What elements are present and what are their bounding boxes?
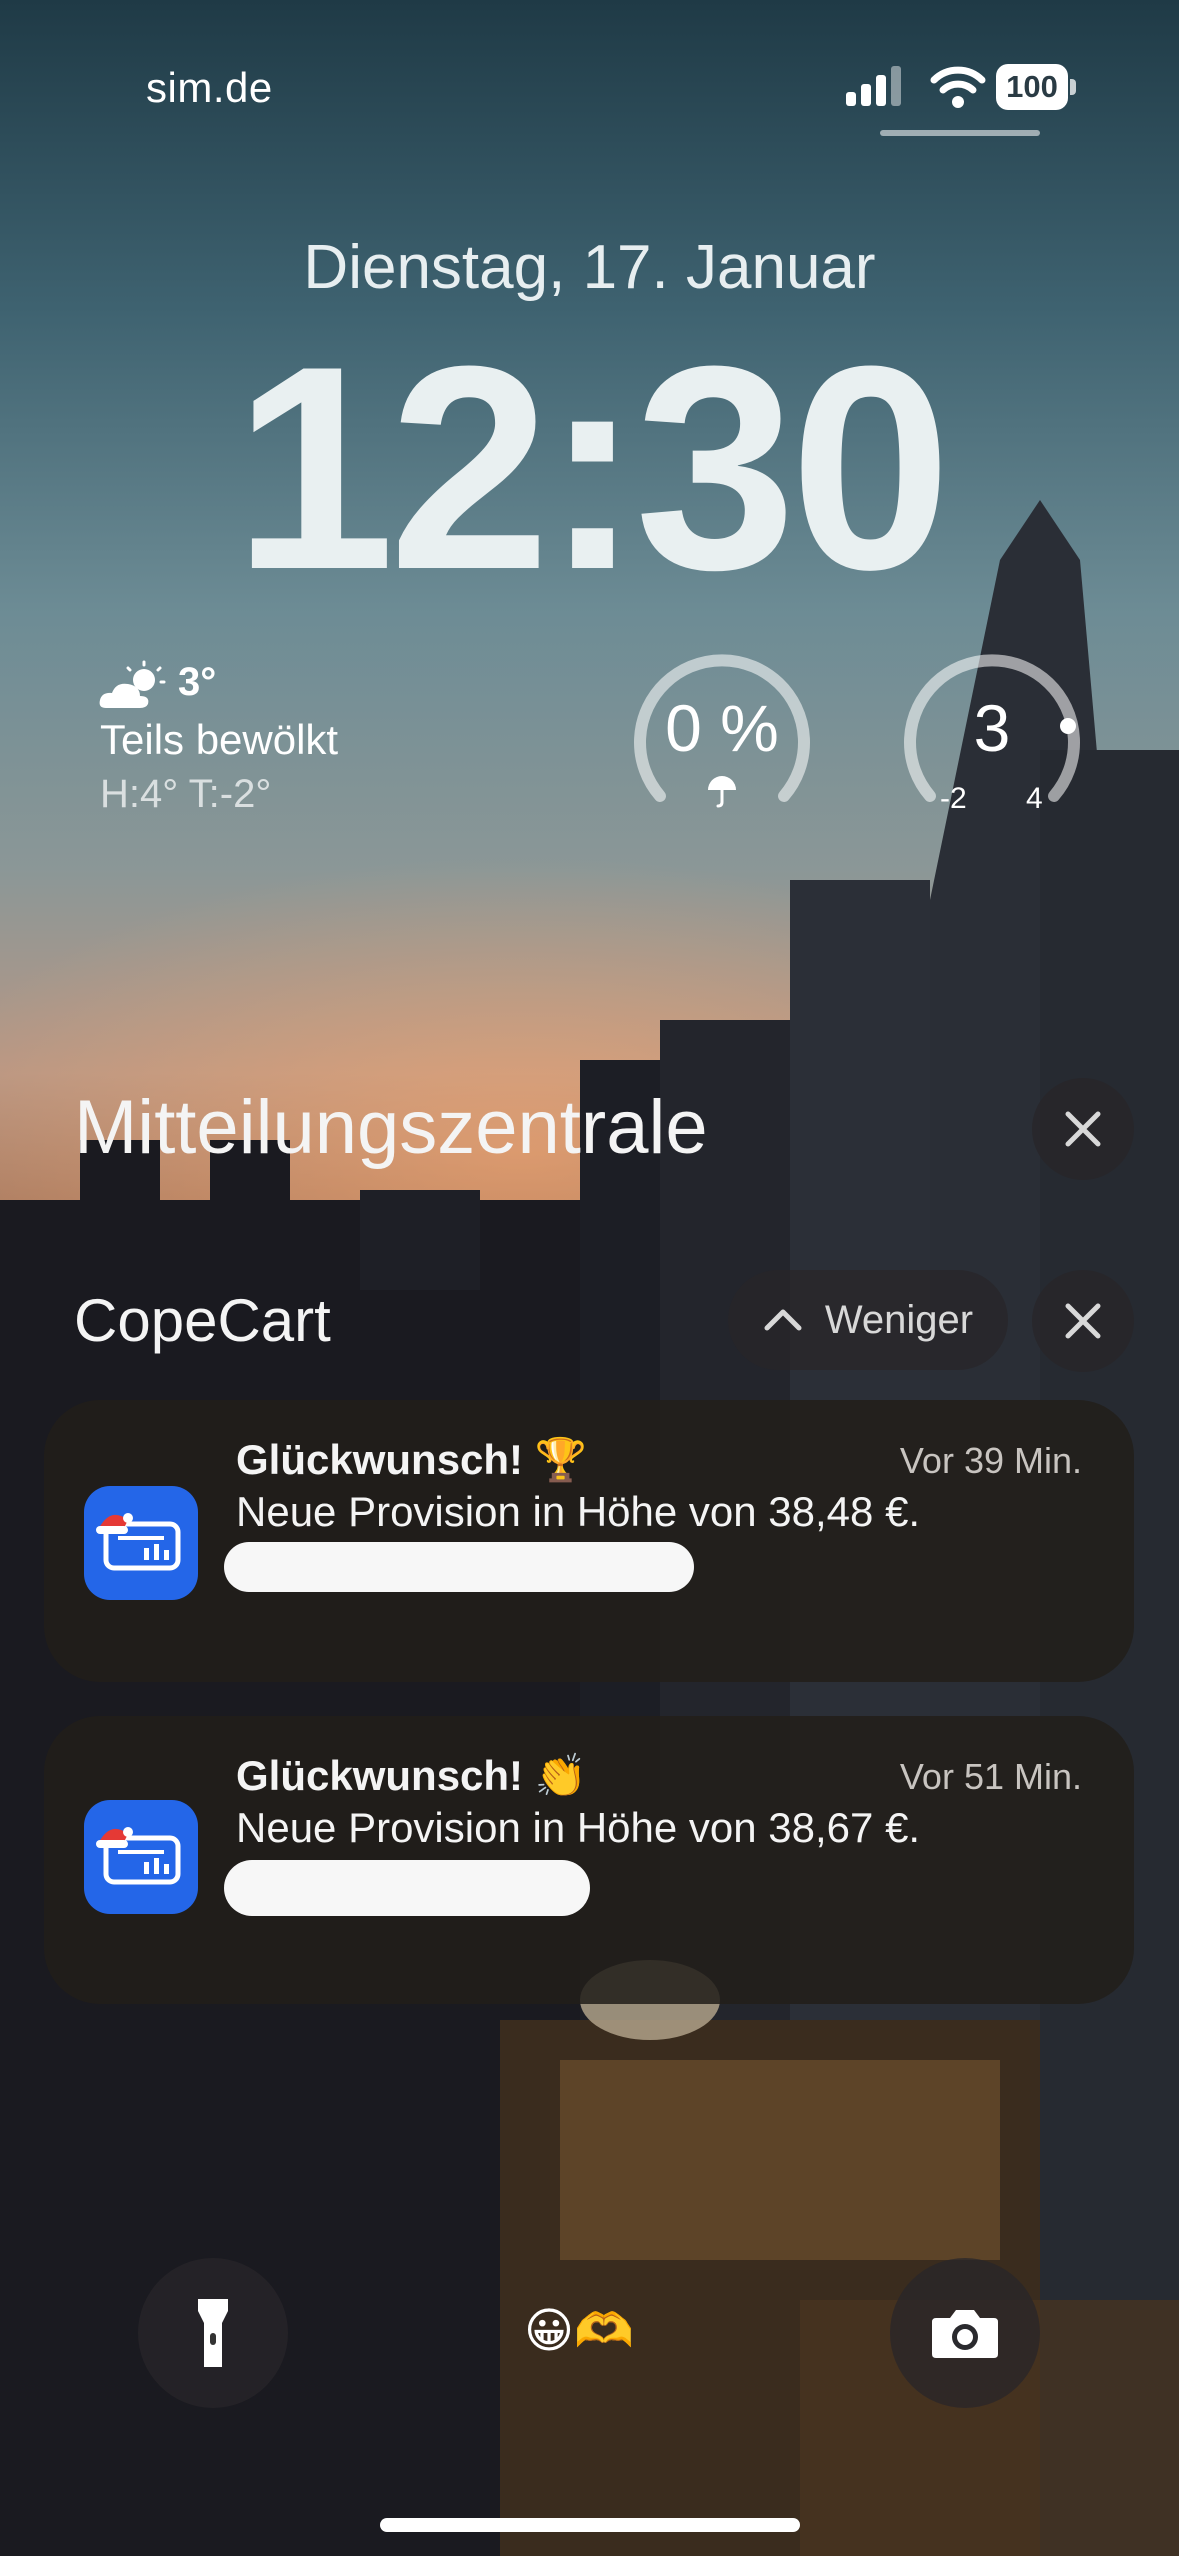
temperature-max: 4 xyxy=(1026,782,1043,815)
umbrella-icon xyxy=(708,776,736,808)
control-center-grabber[interactable] xyxy=(880,130,1040,136)
chevron-up-icon xyxy=(764,1309,802,1331)
battery-indicator: 100 xyxy=(996,64,1076,110)
weather-temperature: 3° xyxy=(178,660,217,704)
temperature-current: 3 xyxy=(973,691,1011,765)
notification-title: Glückwunsch! 👏 xyxy=(236,1752,588,1799)
wifi-icon xyxy=(930,66,986,108)
precipitation-widget[interactable]: 0 % xyxy=(632,650,812,820)
redaction-mark xyxy=(224,1542,694,1592)
copecart-app-icon xyxy=(84,1486,198,1600)
notification-center-title: Mitteilungszentrale xyxy=(74,1085,708,1170)
battery-level: 100 xyxy=(996,64,1068,110)
camera-button[interactable] xyxy=(890,2258,1040,2408)
emoji-decoration: 😀🫶 xyxy=(524,2305,634,2358)
close-icon xyxy=(1065,1303,1101,1339)
notification-card[interactable]: Glückwunsch! 🏆 Vor 39 Min. Neue Provisio… xyxy=(44,1400,1134,1682)
lockscreen-date: Dienstag, 17. Januar xyxy=(303,233,876,302)
copecart-app-icon xyxy=(84,1800,198,1914)
show-less-button[interactable]: Weniger xyxy=(728,1270,1008,1370)
temperature-range-widget[interactable]: 3 -2 4 xyxy=(902,650,1082,820)
cellular-signal-icon xyxy=(846,66,901,106)
partly-cloudy-icon xyxy=(99,660,166,708)
notification-card[interactable]: Glückwunsch! 👏 Vor 51 Min. Neue Provisio… xyxy=(44,1716,1134,2004)
weather-high-low: H:4° T:-2° xyxy=(100,772,272,816)
carrier-name: sim.de xyxy=(146,64,273,111)
flashlight-icon xyxy=(198,2299,228,2367)
clear-all-button[interactable] xyxy=(1032,1078,1134,1180)
camera-icon xyxy=(932,2310,998,2358)
notification-title: Glückwunsch! 🏆 xyxy=(236,1436,588,1483)
show-less-label: Weniger xyxy=(824,1297,974,1342)
notification-group-title: CopeCart xyxy=(74,1287,331,1354)
weather-condition: Teils bewölkt xyxy=(100,716,339,763)
notification-body: Neue Provision in Höhe von 38,48 €. xyxy=(236,1488,921,1535)
clear-group-button[interactable] xyxy=(1032,1270,1134,1372)
flashlight-button[interactable] xyxy=(138,2258,288,2408)
home-indicator[interactable] xyxy=(380,2518,800,2532)
precipitation-value: 0 % xyxy=(665,691,779,765)
close-icon xyxy=(1065,1111,1101,1147)
redaction-mark xyxy=(224,1860,590,1916)
notification-time: Vor 51 Min. xyxy=(899,1756,1082,1797)
notification-body: Neue Provision in Höhe von 38,67 €. xyxy=(236,1804,921,1851)
notification-time: Vor 39 Min. xyxy=(899,1440,1082,1481)
lockscreen-time: 12:30 xyxy=(233,306,952,630)
temperature-min: -2 xyxy=(940,782,967,815)
